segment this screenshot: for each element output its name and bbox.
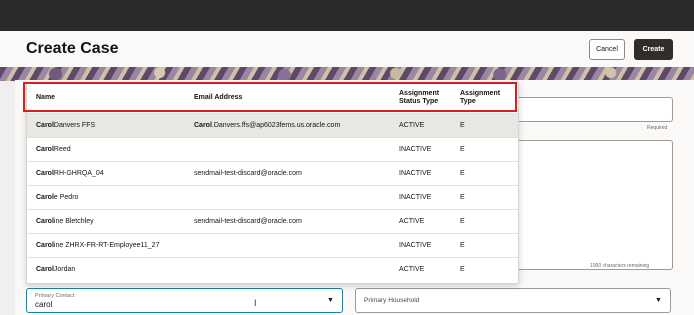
row-type: E [460, 266, 465, 273]
row-status: ACTIVE [399, 266, 425, 273]
row-status: INACTIVE [399, 194, 432, 201]
row-type: E [460, 170, 465, 177]
row-name: Carol e Pedro [36, 194, 79, 201]
result-row[interactable]: Carol Reed INACTIVE E [27, 137, 518, 161]
row-name: Carol Danvers FFS [36, 122, 96, 129]
row-type: E [460, 218, 465, 225]
primary-household-field[interactable]: Primary Household ▼ [355, 288, 671, 313]
required-hint: Required [647, 125, 668, 131]
row-status: INACTIVE [399, 146, 432, 153]
result-row[interactable]: Carol ine Bletchley sendmail-test-discard… [27, 209, 518, 233]
column-header-name: Name [36, 94, 56, 101]
row-email: sendmail-test-discard@oracle.com [194, 170, 302, 177]
primary-household-label: Primary Household [364, 297, 420, 304]
result-row[interactable]: Carol e Pedro INACTIVE E [27, 185, 518, 209]
page-title: Create Case [26, 40, 119, 57]
primary-contact-label: Primary Contact [35, 293, 75, 299]
row-type: E [460, 242, 465, 249]
description-textarea[interactable] [503, 140, 673, 270]
row-status: ACTIVE [399, 218, 425, 225]
row-name: Carol ine ZHRX-FR-RT-Employee11_27 [36, 242, 160, 249]
column-header-email: Email Address [194, 94, 243, 101]
cancel-button[interactable]: Cancel [589, 39, 625, 60]
column-header-status: Assignment Status Type [399, 90, 440, 105]
result-row[interactable]: Carol Jordan ACTIVE E [27, 257, 518, 281]
row-status: ACTIVE [399, 122, 425, 129]
row-email: sendmail-test-discard@oracle.com [194, 218, 302, 225]
results-header: Name Email Address Assignment Status Typ… [27, 83, 518, 113]
title-input[interactable] [503, 97, 673, 122]
row-name: Carol Jordan [36, 266, 76, 273]
result-row[interactable]: Carol RH-GHRQA_04 sendmail-test-discard@… [27, 161, 518, 185]
contact-search-results: Name Email Address Assignment Status Typ… [26, 82, 519, 284]
row-type: E [460, 194, 465, 201]
create-button[interactable]: Create [634, 39, 673, 60]
characters-remaining: 1000 characters remaining [590, 263, 650, 269]
row-email: Carol .Danvers.ffs@ap6023fems.us.oracle.c… [194, 122, 341, 129]
text-cursor-icon: I [254, 298, 257, 308]
row-name: Carol ine Bletchley [36, 218, 94, 225]
row-name: Carol Reed [36, 146, 71, 153]
page-header: Create Case Cancel Create [0, 31, 694, 71]
result-row[interactable]: Carol Danvers FFS Carol .Danvers.ffs@ap60… [27, 113, 518, 137]
top-bar [0, 0, 694, 31]
primary-contact-input[interactable]: carol [35, 300, 52, 309]
chevron-down-icon[interactable]: ▼ [327, 297, 334, 304]
decorative-banner [0, 67, 694, 81]
row-type: E [460, 146, 465, 153]
result-row[interactable]: Carol ine ZHRX-FR-RT-Employee11_27 INACTI… [27, 233, 518, 257]
column-header-type: Assignment Type [460, 90, 501, 105]
row-type: E [460, 122, 465, 129]
row-status: INACTIVE [399, 170, 432, 177]
primary-contact-field[interactable]: Primary Contact carol ▼ [26, 288, 343, 313]
chevron-down-icon[interactable]: ▼ [655, 297, 662, 304]
row-name: Carol RH-GHRQA_04 [36, 170, 104, 177]
row-status: INACTIVE [399, 242, 432, 249]
